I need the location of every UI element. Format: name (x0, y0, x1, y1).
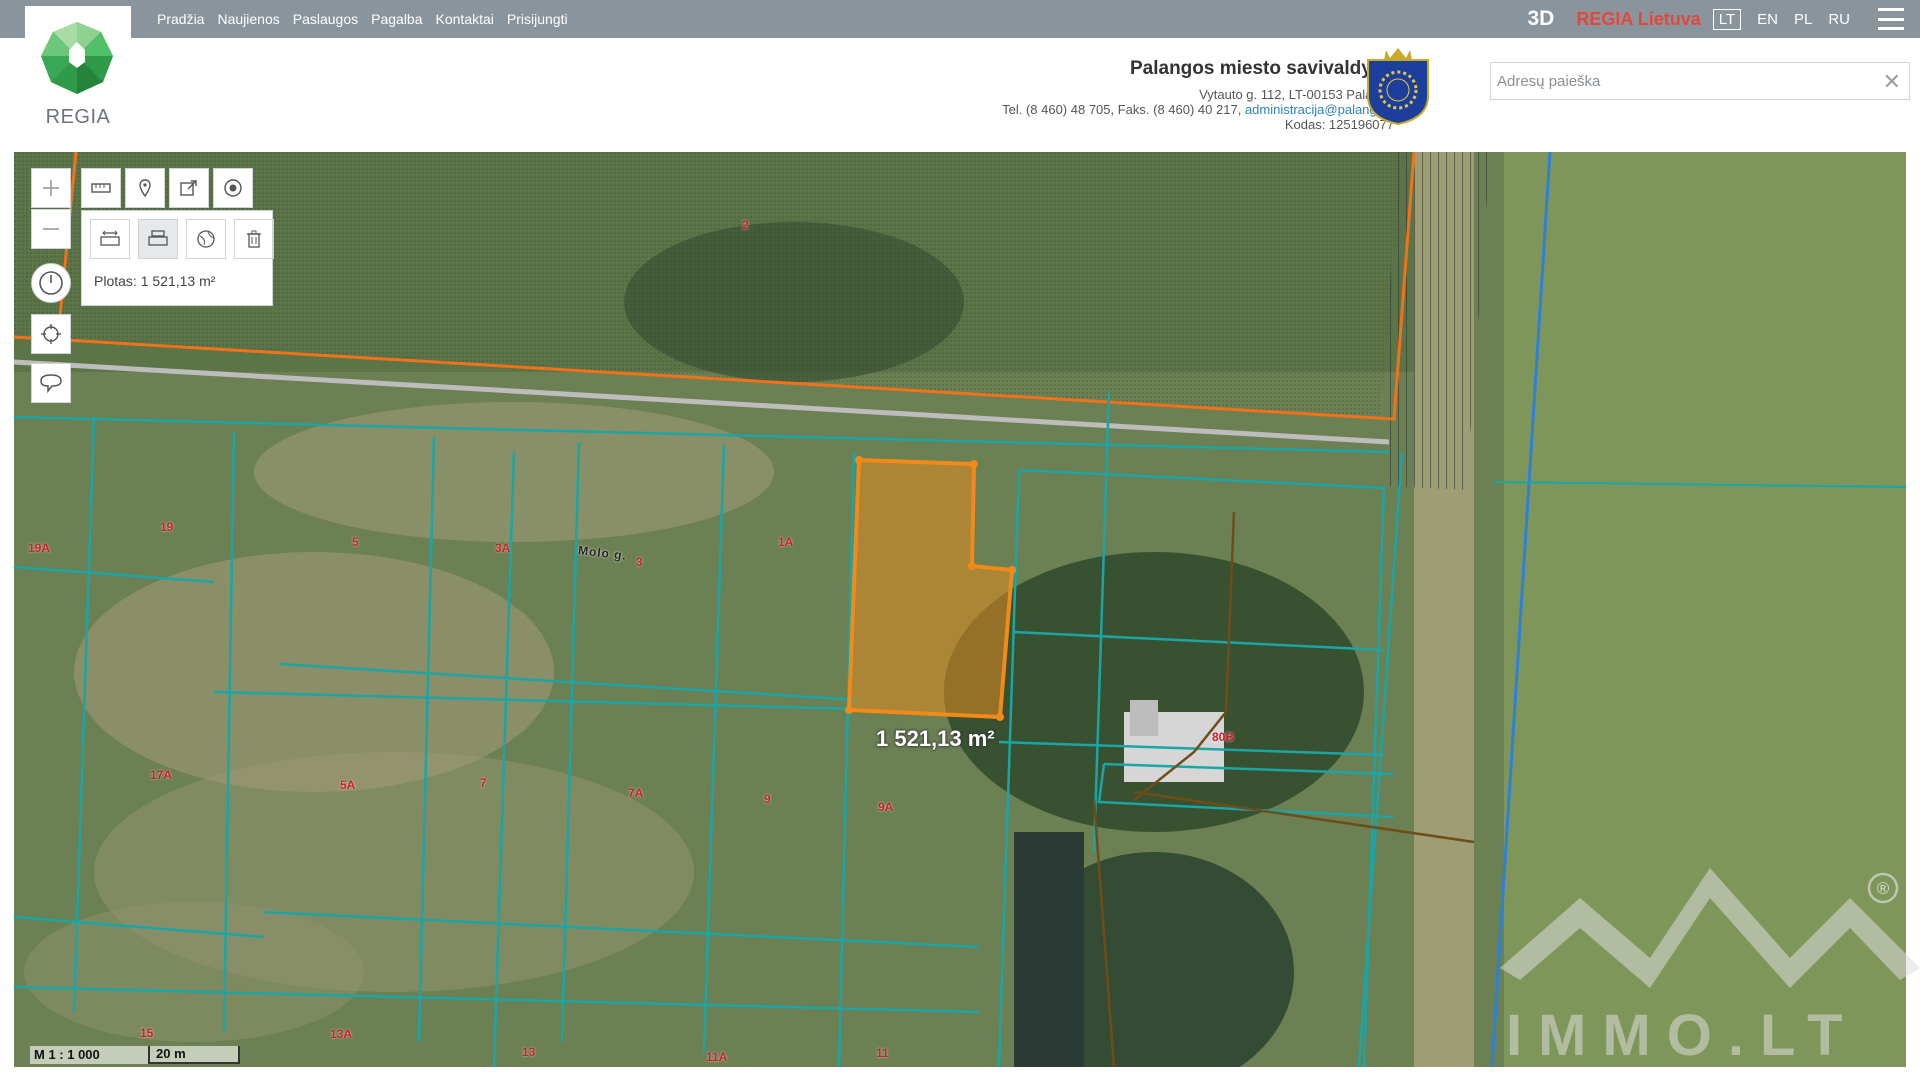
nav-help[interactable]: Pagalba (371, 11, 422, 27)
immo-watermark-text: IMMO.LT (1506, 1003, 1859, 1068)
plot-label: 7 (480, 776, 487, 790)
plot-label: 11A (706, 1050, 728, 1064)
plus-icon (43, 180, 59, 196)
plot-label: 3 (636, 555, 643, 569)
lasso-icon (40, 374, 62, 394)
lang-ru[interactable]: RU (1828, 11, 1850, 28)
area-icon (148, 230, 168, 246)
plot-label: 9A (878, 800, 894, 814)
municipality-contacts: Tel. (8 460) 48 705, Faks. (8 460) 40 21… (1002, 102, 1394, 117)
address-search: ✕ (1490, 62, 1910, 100)
map-pin-icon (139, 179, 151, 198)
municipality-address: Vytauto g. 112, LT-00153 Palanga (1199, 87, 1394, 102)
map-scale: M 1 : 1 000 20 m (30, 1046, 240, 1064)
coat-of-arms-icon (1367, 48, 1429, 126)
main-nav: Pradžia Naujienos Paslaugos Pagalba Kont… (157, 0, 568, 38)
layers-button[interactable] (213, 168, 253, 208)
plot-label: 11 (876, 1046, 889, 1060)
plot-label: 5 (352, 535, 359, 549)
nav-news[interactable]: Naujienos (217, 11, 279, 27)
scale-bar: 20 m (148, 1046, 240, 1064)
municipality-code: Kodas: 125196077 (1284, 117, 1394, 132)
zoom-in-button[interactable] (31, 168, 71, 208)
plot-label: 17A (150, 768, 173, 782)
plot-label: 15 (140, 1026, 154, 1040)
draw-shape-button[interactable] (31, 363, 71, 403)
measure-distance-button[interactable] (90, 219, 130, 259)
registered-mark: ® (1877, 879, 1890, 898)
crosshair-icon (41, 324, 61, 344)
municipality-phone: Tel. (8 460) 48 705, Faks. (8 460) 40 21… (1002, 102, 1242, 117)
plot-label: 5A (340, 778, 356, 792)
regia-logo[interactable]: REGIA (25, 6, 131, 131)
trash-icon (247, 230, 261, 248)
plot-label: 13A (330, 1027, 353, 1041)
measure-area-button[interactable] (138, 219, 178, 259)
plot-label: 1A (778, 535, 794, 549)
address-search-input[interactable] (1491, 63, 1909, 99)
measure-tools (90, 219, 274, 259)
minus-icon (43, 228, 59, 230)
brand-name: REGIA (45, 106, 111, 128)
municipality-info: Palangos miesto savivaldybė Vytauto g. 1… (1002, 58, 1394, 132)
lang-lt[interactable]: LT (1712, 8, 1742, 30)
ruler-icon (91, 183, 111, 193)
measure-area-readout: Plotas: 1 521,13 m² (94, 273, 216, 289)
zoom-out-button[interactable] (31, 209, 71, 249)
place-marker-button[interactable] (125, 168, 165, 208)
nav-home[interactable]: Pradžia (157, 11, 204, 27)
area-label: 1 521,13 m² (876, 726, 995, 751)
menu-icon[interactable] (1878, 8, 1904, 30)
distance-icon (100, 230, 120, 246)
share-button[interactable] (169, 168, 209, 208)
share-icon (180, 180, 197, 196)
3d-button[interactable]: 3D (1528, 7, 1555, 31)
plot-label: 7A (628, 786, 644, 800)
plot-label: 9 (764, 792, 771, 806)
plot-label: 19 (160, 520, 174, 534)
plot-label: 13 (522, 1045, 536, 1059)
regia-lietuva-link[interactable]: REGIA Lietuva (1576, 9, 1700, 30)
measure-tool-button[interactable] (81, 168, 121, 208)
my-location-button[interactable] (31, 314, 71, 354)
nav-login[interactable]: Prisijungti (507, 11, 568, 27)
clear-measure-button[interactable] (234, 219, 274, 259)
plot-label: 80B (1212, 730, 1235, 744)
nav-services[interactable]: Paslaugos (293, 11, 358, 27)
measure-panel: Plotas: 1 521,13 m² (81, 210, 274, 306)
clear-search-icon[interactable]: ✕ (1883, 69, 1901, 95)
nav-contacts[interactable]: Kontaktai (436, 11, 494, 27)
target-icon (224, 179, 242, 197)
plot-label: 2 (742, 218, 749, 232)
globe-icon (197, 230, 215, 248)
regia-gem-icon (41, 22, 113, 94)
scale-ratio: M 1 : 1 000 (30, 1046, 148, 1064)
plot-label: 19A (28, 541, 51, 555)
lang-pl[interactable]: PL (1794, 11, 1812, 28)
clock-icon (39, 271, 63, 295)
top-bar: Pradžia Naujienos Paslaugos Pagalba Kont… (0, 0, 1920, 38)
measure-radius-button[interactable] (186, 219, 226, 259)
municipality-name: Palangos miesto savivaldybė (1129, 58, 1394, 79)
history-button[interactable] (31, 263, 71, 303)
plot-label: 3A (495, 541, 511, 555)
lang-en[interactable]: EN (1757, 11, 1778, 28)
right-nav: 3D REGIA Lietuva LT EN PL RU (1528, 0, 1920, 38)
